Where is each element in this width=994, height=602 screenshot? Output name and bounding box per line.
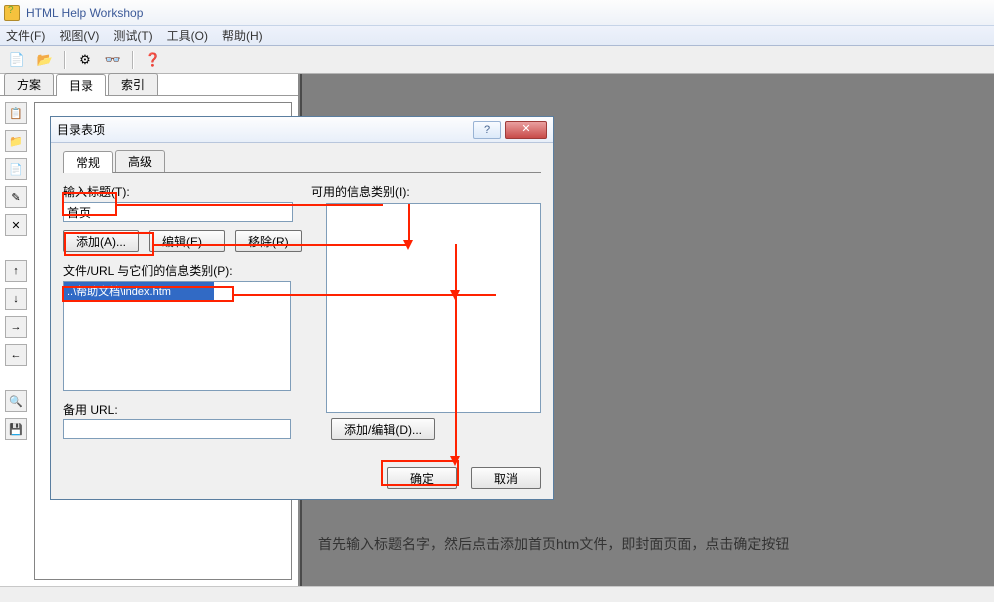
menu-help[interactable]: 帮助(H) — [222, 27, 263, 44]
toolbar-separator — [132, 51, 134, 69]
side-edit-button[interactable]: ✎ — [5, 186, 27, 208]
compile-button[interactable]: ⚙ — [74, 49, 96, 71]
tab-contents[interactable]: 目录 — [56, 74, 106, 96]
arrow-up-icon: ↑ — [13, 265, 19, 277]
toolbar: 📄 📂 ⚙ 👓 ❓ — [0, 46, 994, 74]
ok-button[interactable]: 确定 — [387, 467, 457, 489]
dialog-tab-general[interactable]: 常规 — [63, 151, 113, 173]
properties-icon: 📋 — [9, 107, 23, 120]
alt-url-input[interactable] — [63, 419, 291, 439]
help-icon: ❓ — [145, 52, 161, 68]
dialog-body: 常规 高级 输入标题(T): 可用的信息类别(I): 添加(A)... 编辑(E… — [51, 143, 553, 499]
side-left-button[interactable]: ← — [5, 344, 27, 366]
info-types-listbox[interactable] — [326, 203, 541, 413]
help-button[interactable]: ❓ — [142, 49, 164, 71]
dialog-titlebar: 目录表项 ? ✕ — [51, 117, 553, 143]
arrow-right-icon: → — [11, 321, 22, 333]
window-titlebar: HTML Help Workshop — [0, 0, 994, 26]
folder-icon: 📁 — [9, 135, 23, 148]
side-toolbar: 📋 📁 📄 ✎ ✕ ↑ ↓ → ← 🔍 💾 — [0, 96, 32, 586]
add-edit-button[interactable]: 添加/编辑(D)... — [331, 418, 435, 440]
annotation-text: 首先输入标题名字，然后点击添加首页htm文件，即封面页面，点击确定按钮 — [318, 534, 789, 554]
edit-button[interactable]: 编辑(E)... — [149, 230, 225, 252]
title-label: 输入标题(T): — [63, 183, 541, 200]
page-icon: 📄 — [9, 163, 23, 176]
selected-file-item[interactable]: ..\帮助文档\index.htm — [64, 282, 214, 300]
statusbar — [0, 586, 994, 602]
save-icon: 💾 — [9, 423, 23, 436]
delete-icon: ✕ — [11, 219, 20, 232]
glasses-icon: 👓 — [105, 52, 121, 68]
open-button[interactable]: 📂 — [34, 49, 56, 71]
side-right-button[interactable]: → — [5, 316, 27, 338]
new-icon: 📄 — [9, 52, 25, 68]
arrow-left-icon: ← — [11, 349, 22, 361]
side-delete-button[interactable]: ✕ — [5, 214, 27, 236]
app-icon — [4, 5, 20, 21]
toolbar-separator — [64, 51, 66, 69]
side-new-folder-button[interactable]: 📁 — [5, 130, 27, 152]
info-types-label: 可用的信息类别(I): — [311, 183, 410, 200]
dialog-tab-advanced[interactable]: 高级 — [115, 150, 165, 172]
dialog-close-button[interactable]: ✕ — [505, 121, 547, 139]
arrow-down-icon: ↓ — [13, 293, 19, 305]
menu-test[interactable]: 测试(T) — [113, 27, 152, 44]
menu-tools[interactable]: 工具(O) — [167, 27, 208, 44]
open-icon: 📂 — [37, 52, 53, 68]
window-title: HTML Help Workshop — [26, 6, 143, 20]
pencil-icon: ✎ — [11, 191, 20, 204]
dialog-footer: 确定 取消 — [387, 467, 541, 489]
glasses-button[interactable]: 👓 — [102, 49, 124, 71]
dialog-help-button[interactable]: ? — [473, 121, 501, 139]
files-listbox[interactable]: ..\帮助文档\index.htm — [63, 281, 291, 391]
tab-project[interactable]: 方案 — [4, 73, 54, 95]
title-input[interactable] — [63, 202, 293, 222]
side-up-button[interactable]: ↑ — [5, 260, 27, 282]
side-properties-button[interactable]: 📋 — [5, 102, 27, 124]
left-tabrow: 方案 目录 索引 — [0, 74, 298, 96]
menubar: 文件(F) 视图(V) 测试(T) 工具(O) 帮助(H) — [0, 26, 994, 46]
dialog-title: 目录表项 — [57, 121, 105, 138]
add-button[interactable]: 添加(A)... — [63, 230, 139, 252]
cancel-button[interactable]: 取消 — [471, 467, 541, 489]
new-button[interactable]: 📄 — [6, 49, 28, 71]
compile-icon: ⚙ — [79, 52, 91, 68]
remove-button[interactable]: 移除(R) — [235, 230, 302, 252]
tab-index[interactable]: 索引 — [108, 73, 158, 95]
side-new-page-button[interactable]: 📄 — [5, 158, 27, 180]
dialog-tabrow: 常规 高级 — [63, 151, 541, 173]
view-icon: 🔍 — [9, 395, 23, 408]
side-down-button[interactable]: ↓ — [5, 288, 27, 310]
side-save-button[interactable]: 💾 — [5, 418, 27, 440]
side-view-button[interactable]: 🔍 — [5, 390, 27, 412]
toc-entry-dialog: 目录表项 ? ✕ 常规 高级 输入标题(T): 可用的信息类别(I): 添加(A… — [50, 116, 554, 500]
menu-file[interactable]: 文件(F) — [6, 27, 45, 44]
menu-view[interactable]: 视图(V) — [59, 27, 99, 44]
